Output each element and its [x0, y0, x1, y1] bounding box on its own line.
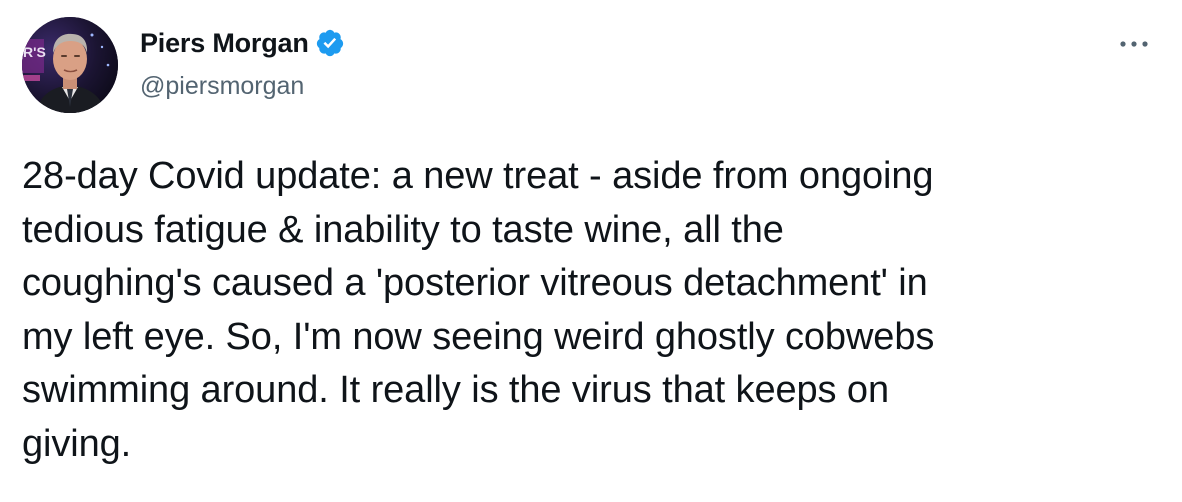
tweet-text-line: 28-day Covid update: a new treat - aside…: [22, 155, 934, 197]
tweet-text-line: swimming around. It really is the virus …: [22, 369, 889, 411]
author-display-name[interactable]: Piers Morgan: [140, 26, 309, 60]
author-avatar[interactable]: R'S: [22, 17, 118, 113]
more-options-button[interactable]: [1114, 32, 1154, 56]
author-handle[interactable]: @piersmorgan: [140, 70, 304, 102]
tweet-text-line: giving.: [22, 422, 132, 465]
author-name-row[interactable]: Piers Morgan: [140, 26, 345, 60]
tweet-card: R'S Piers Morgan @piersmorgan 28-day Cov…: [0, 0, 1182, 502]
more-horizontal-icon: [1120, 41, 1148, 47]
user-avatar-photo-icon: R'S: [22, 17, 118, 113]
tweet-body-text: 28-day Covid update: a new treat - aside…: [22, 150, 1162, 471]
avatar-background-text: R'S: [23, 44, 46, 60]
tweet-text-line: coughing's caused a 'posterior vitreous …: [22, 262, 928, 304]
tweet-text-line: tedious fatigue & inability to taste win…: [22, 208, 784, 251]
tweet-text-line: my left eye. So, I'm now seeing weird gh…: [22, 315, 935, 358]
verified-badge-icon: [315, 28, 345, 58]
